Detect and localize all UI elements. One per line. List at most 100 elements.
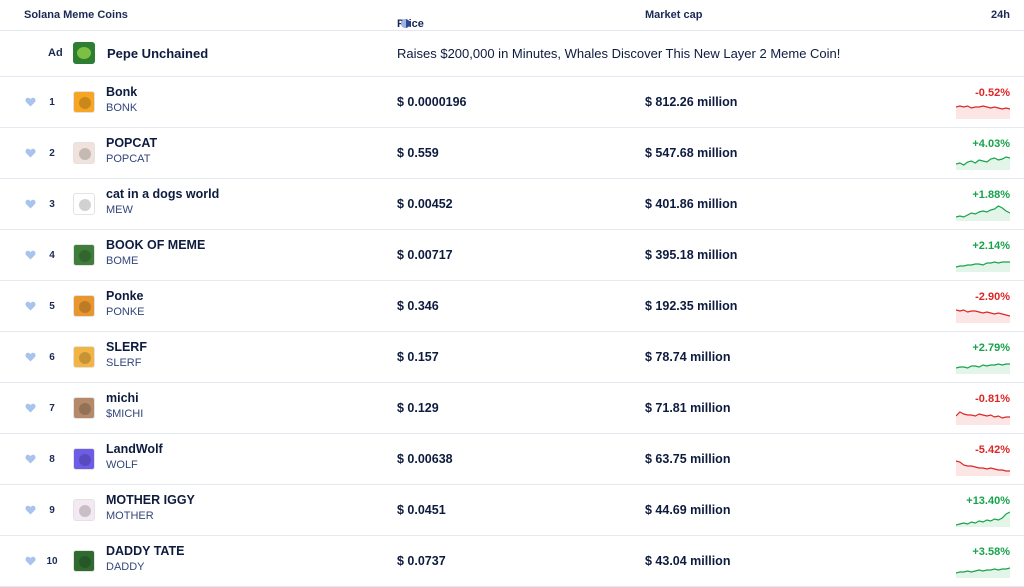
sparkline-area	[956, 512, 1010, 527]
coin-name[interactable]: BOOK OF MEME	[106, 238, 205, 252]
coin-logo	[73, 142, 95, 164]
coin-symbol: BOME	[106, 255, 139, 267]
coin-symbol: DADDY	[106, 561, 145, 573]
coin-24h-change: -2.90%	[975, 291, 1010, 303]
favorite-heart-icon[interactable]	[25, 505, 36, 515]
favorite-heart-icon[interactable]	[25, 250, 36, 260]
currency-toggle-icon[interactable]	[401, 19, 410, 28]
coin-price: $ 0.0451	[397, 503, 446, 517]
coin-market-cap: $ 44.69 million	[645, 503, 731, 517]
coin-24h-change: +4.03%	[972, 138, 1010, 150]
coin-name[interactable]: DADDY TATE	[106, 544, 184, 558]
column-header-market-cap[interactable]: Market cap	[645, 9, 702, 21]
sparkline-area	[956, 262, 1010, 272]
coin-symbol: POPCAT	[106, 153, 151, 165]
coin-name[interactable]: POPCAT	[106, 136, 157, 150]
coin-rank: 6	[49, 352, 55, 363]
favorite-heart-icon[interactable]	[25, 148, 36, 158]
coin-24h-change: +1.88%	[972, 189, 1010, 201]
table-row[interactable]: 6 SLERF SLERF $ 0.157 $ 78.74 million +2…	[0, 332, 1024, 383]
coin-logo	[73, 244, 95, 266]
favorite-heart-icon[interactable]	[25, 199, 36, 209]
sparkline-chart	[956, 309, 1010, 323]
coin-rank: 10	[46, 556, 58, 567]
coin-name[interactable]: MOTHER IGGY	[106, 493, 195, 507]
coin-name[interactable]: Bonk	[106, 85, 137, 99]
column-header-price[interactable]: Price	[397, 9, 424, 30]
favorite-heart-icon[interactable]	[25, 97, 36, 107]
table-row[interactable]: 5 Ponke PONKE $ 0.346 $ 192.35 million -…	[0, 281, 1024, 332]
coin-symbol: WOLF	[106, 459, 138, 471]
table-row[interactable]: 10 DADDY TATE DADDY $ 0.0737 $ 43.04 mil…	[0, 536, 1024, 587]
coin-logo	[73, 499, 95, 521]
favorite-heart-icon[interactable]	[25, 301, 36, 311]
favorite-heart-icon[interactable]	[25, 352, 36, 362]
table-row[interactable]: 4 BOOK OF MEME BOME $ 0.00717 $ 395.18 m…	[0, 230, 1024, 281]
column-header-name[interactable]: Solana Meme Coins	[24, 9, 128, 21]
coin-price: $ 0.00452	[397, 197, 453, 211]
coin-symbol: MOTHER	[106, 510, 154, 522]
table-row[interactable]: 7 michi $MICHI $ 0.129 $ 71.81 million -…	[0, 383, 1024, 434]
coin-rank: 3	[49, 199, 55, 210]
coin-rank: 8	[49, 454, 55, 465]
sparkline-chart	[956, 261, 1010, 272]
coin-logo	[73, 346, 95, 368]
ad-logo	[73, 42, 95, 64]
coin-market-cap: $ 395.18 million	[645, 248, 738, 262]
sparkline-chart	[956, 205, 1010, 221]
coin-symbol: BONK	[106, 102, 138, 114]
coin-market-cap: $ 192.35 million	[645, 299, 738, 313]
coin-price: $ 0.129	[397, 401, 439, 415]
coin-logo	[73, 448, 95, 470]
table-header: Solana Meme Coins Price Market cap 24h	[0, 0, 1024, 31]
coin-logo	[73, 397, 95, 419]
sparkline-chart	[956, 363, 1010, 374]
coin-price: $ 0.0737	[397, 554, 446, 568]
favorite-heart-icon[interactable]	[25, 556, 36, 566]
coin-symbol: SLERF	[106, 357, 142, 369]
coin-market-cap: $ 401.86 million	[645, 197, 738, 211]
coin-24h-change: -0.81%	[975, 393, 1010, 405]
sparkline-area	[956, 310, 1010, 323]
ad-row[interactable]: Ad Pepe Unchained Raises $200,000 in Min…	[0, 31, 1024, 77]
coin-logo	[73, 295, 95, 317]
coin-market-cap: $ 78.74 million	[645, 350, 731, 364]
coin-price: $ 0.157	[397, 350, 439, 364]
coin-rank: 5	[49, 301, 55, 312]
coin-logo	[73, 550, 95, 572]
coin-rank: 1	[49, 97, 55, 108]
coin-name[interactable]: Ponke	[106, 289, 144, 303]
ad-text[interactable]: Raises $200,000 in Minutes, Whales Disco…	[397, 46, 840, 61]
coin-symbol: MEW	[106, 204, 133, 216]
coins-table: Solana Meme Coins Price Market cap 24h A…	[0, 0, 1024, 587]
table-row[interactable]: 3 cat in a dogs world MEW $ 0.00452 $ 40…	[0, 179, 1024, 230]
table-row[interactable]: 9 MOTHER IGGY MOTHER $ 0.0451 $ 44.69 mi…	[0, 485, 1024, 536]
coin-24h-change: +2.79%	[972, 342, 1010, 354]
coin-rank: 7	[49, 403, 55, 414]
sparkline-area	[956, 106, 1010, 119]
table-row[interactable]: 2 POPCAT POPCAT $ 0.559 $ 547.68 million…	[0, 128, 1024, 179]
coin-price: $ 0.00717	[397, 248, 453, 262]
column-header-24h[interactable]: 24h	[991, 9, 1010, 21]
coin-24h-change: -0.52%	[975, 87, 1010, 99]
ad-name[interactable]: Pepe Unchained	[107, 46, 208, 61]
coin-rank: 4	[49, 250, 55, 261]
coin-market-cap: $ 63.75 million	[645, 452, 731, 466]
coin-market-cap: $ 812.26 million	[645, 95, 738, 109]
coin-market-cap: $ 547.68 million	[645, 146, 738, 160]
coin-rank: 9	[49, 505, 55, 516]
ad-label: Ad	[48, 47, 63, 59]
favorite-heart-icon[interactable]	[25, 454, 36, 464]
coin-name[interactable]: SLERF	[106, 340, 147, 354]
coin-name[interactable]: LandWolf	[106, 442, 163, 456]
coin-name[interactable]: cat in a dogs world	[106, 187, 219, 201]
coin-name[interactable]: michi	[106, 391, 139, 405]
table-row[interactable]: 8 LandWolf WOLF $ 0.00638 $ 63.75 millio…	[0, 434, 1024, 485]
coin-logo	[73, 193, 95, 215]
coin-price: $ 0.346	[397, 299, 439, 313]
coin-price: $ 0.559	[397, 146, 439, 160]
coin-rank: 2	[49, 148, 55, 159]
coin-symbol: $MICHI	[106, 408, 144, 420]
table-row[interactable]: 1 Bonk BONK $ 0.0000196 $ 812.26 million…	[0, 77, 1024, 128]
favorite-heart-icon[interactable]	[25, 403, 36, 413]
